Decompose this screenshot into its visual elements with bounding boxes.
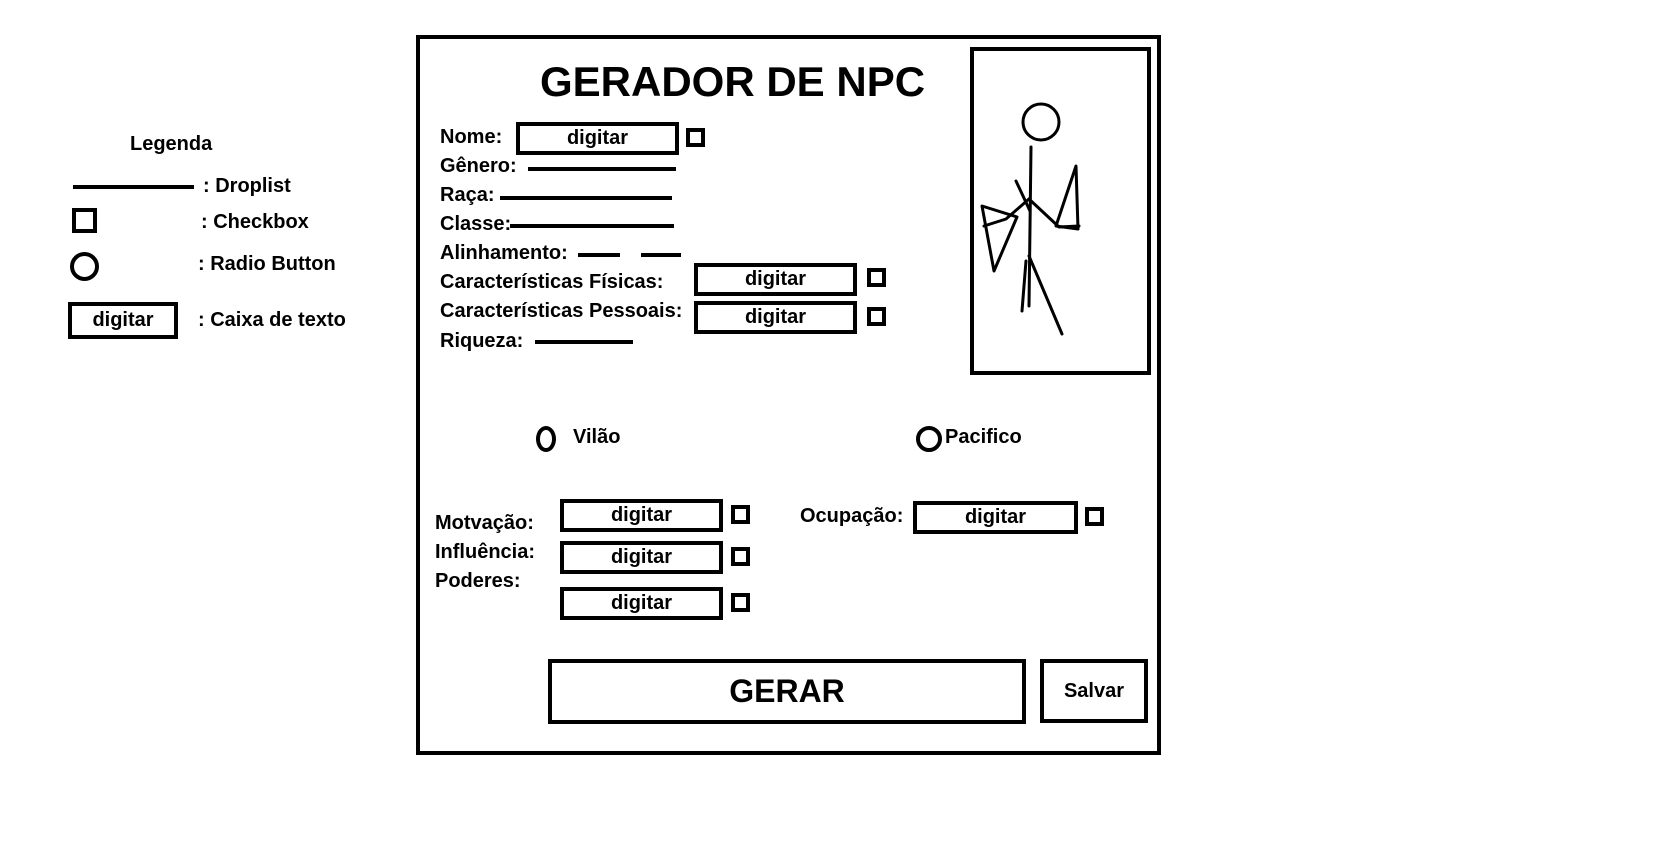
ocupacao-input[interactable]: digitar: [913, 501, 1078, 534]
nome-label: Nome:: [440, 126, 503, 148]
salvar-button[interactable]: Salvar: [1040, 659, 1148, 723]
influencia-input[interactable]: digitar: [560, 541, 723, 574]
legend-textbox-label: : Caixa de texto: [198, 309, 346, 331]
ocupacao-label: Ocupação:: [800, 505, 904, 527]
pessoais-label: Características Pessoais:: [440, 300, 683, 322]
vilao-label: Vilão: [573, 426, 621, 448]
pessoais-input[interactable]: digitar: [694, 301, 857, 334]
fisicas-input[interactable]: digitar: [694, 263, 857, 296]
poderes-label: Poderes:: [435, 570, 521, 592]
influencia-label: Influência:: [435, 541, 536, 563]
classe-label: Classe:: [440, 213, 512, 235]
alinhamento-droplist-1[interactable]: [578, 253, 620, 257]
fisicas-label: Características Físicas:: [440, 271, 664, 293]
alinhamento-label: Alinhamento:: [440, 242, 568, 264]
pacifico-label: Pacifico: [945, 426, 1022, 448]
motivacao-input[interactable]: digitar: [560, 499, 723, 532]
stick-figure-drawing: [980, 102, 1081, 336]
legend-textbox-sample: digitar: [68, 302, 178, 339]
legend-checkbox-label: : Checkbox: [201, 211, 309, 233]
pessoais-checkbox[interactable]: [867, 307, 886, 326]
genero-label: Gênero:: [440, 155, 517, 177]
motivacao-checkbox[interactable]: [731, 505, 750, 524]
legend-title: Legenda: [130, 133, 213, 155]
nome-input[interactable]: digitar: [516, 122, 679, 155]
raca-droplist[interactable]: [500, 196, 672, 200]
poderes-input[interactable]: digitar: [560, 587, 723, 620]
classe-droplist[interactable]: [510, 224, 674, 228]
riqueza-droplist[interactable]: [535, 340, 633, 344]
ocupacao-checkbox[interactable]: [1085, 507, 1104, 526]
page-title: GERADOR DE NPC: [540, 58, 926, 105]
fisicas-checkbox[interactable]: [867, 268, 886, 287]
legend-radio-label: : Radio Button: [198, 253, 336, 275]
nome-checkbox[interactable]: [686, 128, 705, 147]
influencia-checkbox[interactable]: [731, 547, 750, 566]
legend-droplist-label: : Droplist: [203, 175, 291, 197]
legend-droplist-sample: [73, 185, 194, 189]
motivacao-label: Motvação:: [435, 512, 534, 534]
raca-label: Raça:: [440, 184, 495, 206]
genero-droplist[interactable]: [528, 167, 676, 171]
gerar-button[interactable]: GERAR: [548, 659, 1026, 724]
legend-radio-sample: [70, 252, 99, 281]
alinhamento-droplist-2[interactable]: [641, 253, 681, 257]
riqueza-label: Riqueza:: [440, 330, 524, 352]
pacifico-radio[interactable]: [916, 426, 942, 452]
poderes-checkbox[interactable]: [731, 593, 750, 612]
vilao-radio[interactable]: [536, 426, 556, 452]
npc-portrait: [970, 47, 1151, 375]
legend-checkbox-sample: [72, 208, 97, 233]
